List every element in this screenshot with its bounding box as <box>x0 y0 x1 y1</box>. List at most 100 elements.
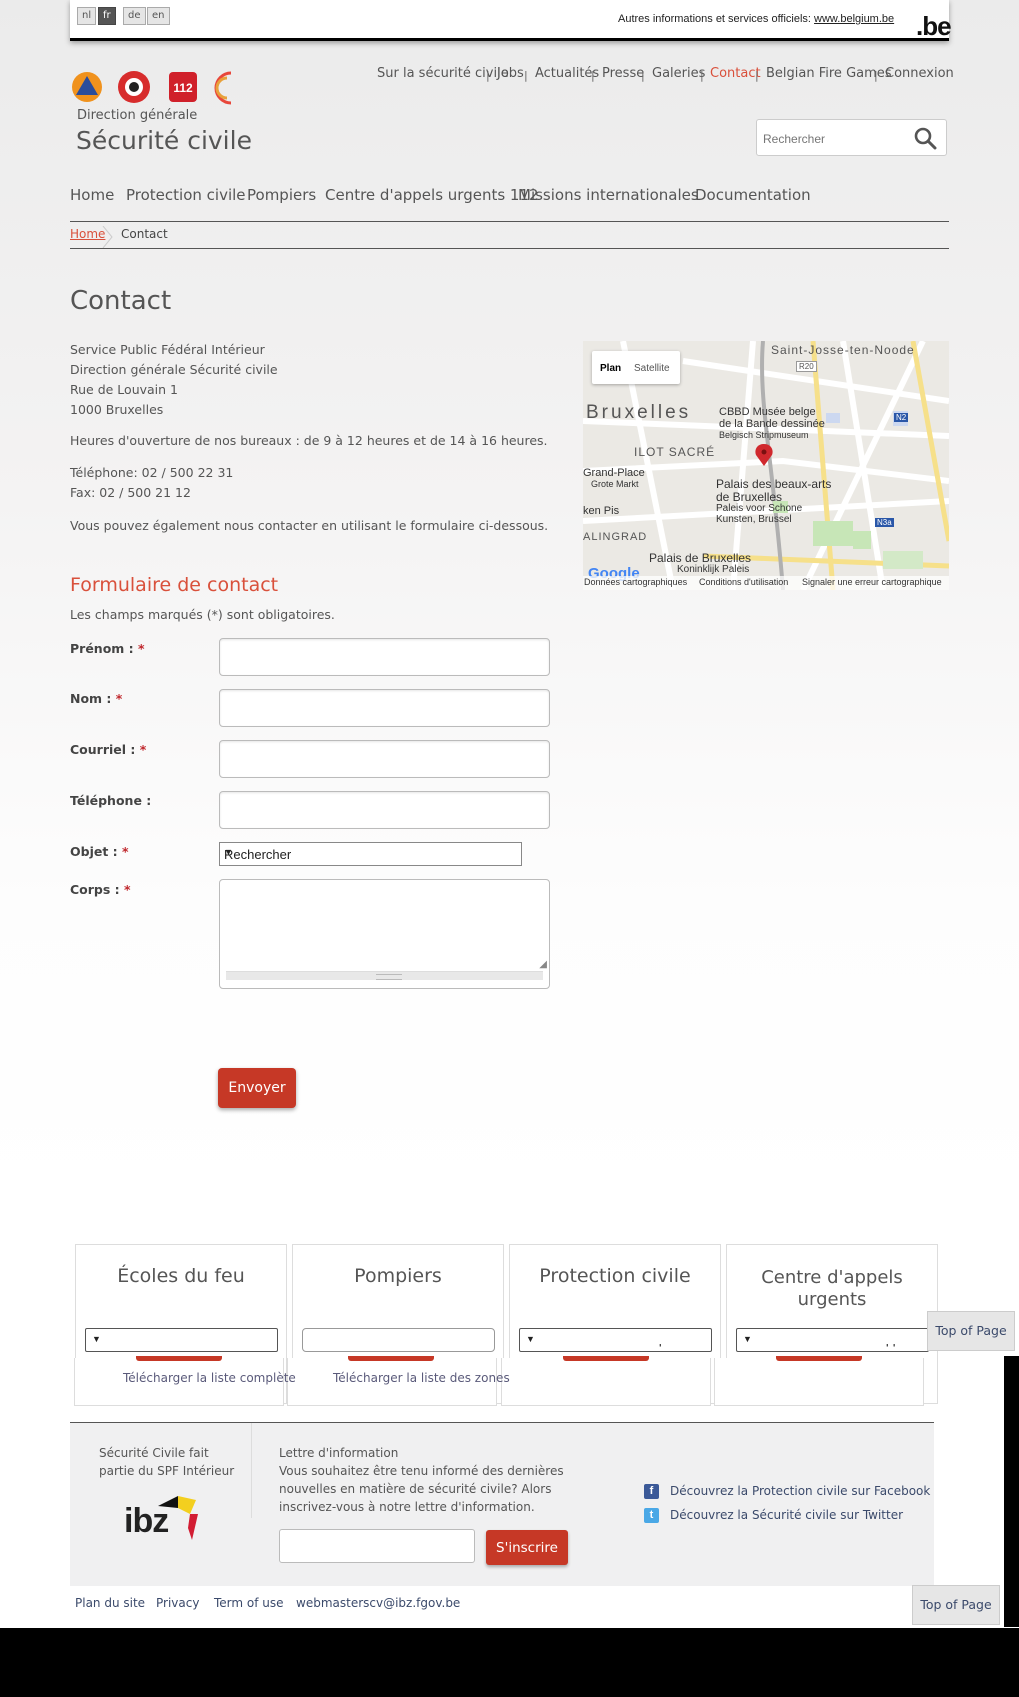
card-title: Protection civile <box>539 1265 691 1287</box>
telephone-field[interactable] <box>219 791 553 830</box>
main-nav-home[interactable]: Home <box>70 186 114 204</box>
main-nav-missions-internationales[interactable]: Missions internationales <box>518 186 699 204</box>
nom-input[interactable] <box>220 690 553 728</box>
fax-number: Fax: 02 / 500 21 12 <box>70 485 191 500</box>
map-footer: Données cartographiques Conditions d'uti… <box>583 576 949 590</box>
search-input[interactable] <box>761 128 905 150</box>
nav-presse[interactable]: Presse <box>602 66 644 81</box>
nav-separator: | <box>524 69 528 82</box>
facebook-link[interactable]: Découvrez la Protection civile sur Faceb… <box>670 1484 930 1498</box>
map-report-link[interactable]: Signaler une erreur cartographique <box>802 577 942 587</box>
newsletter-text: Vous souhaitez être tenu informé des der… <box>279 1464 564 1514</box>
viewport-bottom <box>0 1628 1019 1697</box>
centre-select[interactable]: Sélectionner un centre d'appels▼ <box>736 1328 929 1352</box>
objet-select[interactable]: Rechercher ▼ <box>219 842 522 866</box>
main-nav-pompiers[interactable]: Pompiers <box>247 186 316 204</box>
newsletter-email-input[interactable] <box>279 1529 475 1563</box>
map-road-label: N3a <box>875 518 894 527</box>
nav-contact[interactable]: Contact <box>710 66 761 81</box>
twitter-link[interactable]: Découvrez la Sécurité civile sur Twitter <box>670 1508 903 1522</box>
official-info: Autres informations et services officiel… <box>618 13 894 25</box>
map-label: Kunsten, Brussel <box>716 514 792 525</box>
map-label: Palais de Bruxelles <box>649 551 752 565</box>
address-line: Service Public Fédéral Intérieur <box>70 342 265 357</box>
main-nav-documentation[interactable]: Documentation <box>695 186 811 204</box>
twitter-icon[interactable]: t <box>644 1508 659 1523</box>
sitemap-link[interactable]: Plan du site <box>75 1596 145 1610</box>
download-zones-link[interactable]: Télécharger la liste des zones <box>333 1371 510 1385</box>
unite-select[interactable]: Sélectionner une unité opératio▼ <box>519 1328 712 1352</box>
courriel-input[interactable] <box>220 741 553 779</box>
nom-field[interactable] <box>219 689 553 728</box>
main-nav-protection-civile[interactable]: Protection civile <box>126 186 246 204</box>
lang-fr[interactable]: fr <box>98 7 116 25</box>
ecole-select[interactable]: Sélectionner une école du feu▼ <box>85 1328 278 1352</box>
google-map[interactable]: Plan Satellite Saint-Josse-ten-Noode Bru… <box>583 341 949 590</box>
courriel-field[interactable] <box>219 740 553 779</box>
ibz-logo[interactable]: ibz <box>124 1494 204 1544</box>
card-button-stub[interactable] <box>136 1356 222 1361</box>
card-button-stub[interactable] <box>563 1356 649 1361</box>
page-title: Contact <box>70 286 172 316</box>
subscribe-button[interactable]: S'inscrire <box>486 1530 568 1565</box>
nav-separator: | <box>591 69 595 82</box>
brand-title[interactable]: Sécurité civile <box>76 126 252 155</box>
nav-connexion[interactable]: Connexion <box>885 66 954 81</box>
card-title: Écoles du feu <box>117 1265 245 1287</box>
map-terms-link[interactable]: Conditions d'utilisation <box>699 577 788 587</box>
map-label: ALINGRAD <box>583 531 648 543</box>
nav-jobs[interactable]: Jobs <box>497 66 524 81</box>
terms-of-use-link[interactable]: Term of use <box>214 1596 284 1610</box>
viewport-edge <box>1004 1356 1019 1627</box>
brand-subtitle: Direction générale <box>77 108 198 123</box>
breadcrumb-home[interactable]: Home <box>70 227 105 241</box>
facebook-icon[interactable]: f <box>644 1484 659 1499</box>
search-icon[interactable] <box>913 126 937 150</box>
send-button[interactable]: Envoyer <box>218 1068 296 1108</box>
prenom-input[interactable] <box>220 639 553 677</box>
lang-en[interactable]: en <box>147 7 170 25</box>
international-missions-logo-icon <box>214 71 231 105</box>
civil-protection-logo-icon <box>72 72 102 102</box>
map-plan-button[interactable]: Plan <box>600 363 621 374</box>
textarea-grippie[interactable] <box>226 971 543 980</box>
map-label: ken Pis <box>583 505 620 517</box>
nav-separator: | <box>486 69 490 82</box>
map-satellite-button[interactable]: Satellite <box>634 363 670 374</box>
dropdown-caret-icon: ▼ <box>90 1334 272 1344</box>
required-note: Les champs marqués (*) sont obligatoires… <box>70 607 335 622</box>
telephone-input[interactable] <box>220 792 553 830</box>
breadcrumb-divider <box>70 248 949 249</box>
label-corps: Corps : * <box>70 882 131 897</box>
be-logo[interactable]: .be <box>916 11 952 42</box>
privacy-link[interactable]: Privacy <box>156 1596 199 1610</box>
nav-belgian-fire-games[interactable]: Belgian Fire Games <box>766 66 892 81</box>
top-of-page-button-footer[interactable]: Top of Page <box>912 1585 1000 1625</box>
card-button-stub[interactable] <box>348 1356 434 1361</box>
nav-galeries[interactable]: Galeries <box>652 66 705 81</box>
map-label: Saint-Josse-ten-Noode <box>771 343 915 357</box>
lang-de[interactable]: de <box>123 7 146 25</box>
resize-handle-icon[interactable]: ◢ <box>539 959 547 970</box>
map-label: Bruxelles <box>586 402 692 423</box>
card-button-stub[interactable] <box>776 1356 862 1361</box>
agency-logos[interactable]: 112 <box>71 70 231 106</box>
label-courriel: Courriel : * <box>70 742 147 757</box>
map-label: ILOT SACRÉ <box>634 445 716 459</box>
top-of-page-button[interactable]: Top of Page <box>927 1311 1015 1351</box>
map-label: Grand-Place <box>583 467 645 479</box>
nav-actualites[interactable]: Actualités <box>535 66 599 81</box>
pompiers-select[interactable] <box>302 1328 495 1352</box>
download-full-list-link[interactable]: Télécharger la liste complète <box>123 1371 296 1385</box>
main-nav-centre-appels-112[interactable]: Centre d'appels urgents 112 <box>325 186 539 204</box>
prenom-field[interactable] <box>219 638 553 677</box>
map-road-label: N2 <box>894 413 909 422</box>
form-title: Formulaire de contact <box>70 574 279 596</box>
belgium-link[interactable]: www.belgium.be <box>814 13 894 25</box>
corps-textarea[interactable]: ◢ <box>219 879 550 989</box>
breadcrumb-chevron-icon <box>102 226 113 248</box>
form-intro: Vous pouvez également nous contacter en … <box>70 518 549 533</box>
dropdown-caret-icon: ▼ <box>741 1334 923 1344</box>
lang-nl[interactable]: nl <box>77 7 97 25</box>
webmaster-email-link[interactable]: webmasterscv@ibz.fgov.be <box>296 1596 460 1610</box>
